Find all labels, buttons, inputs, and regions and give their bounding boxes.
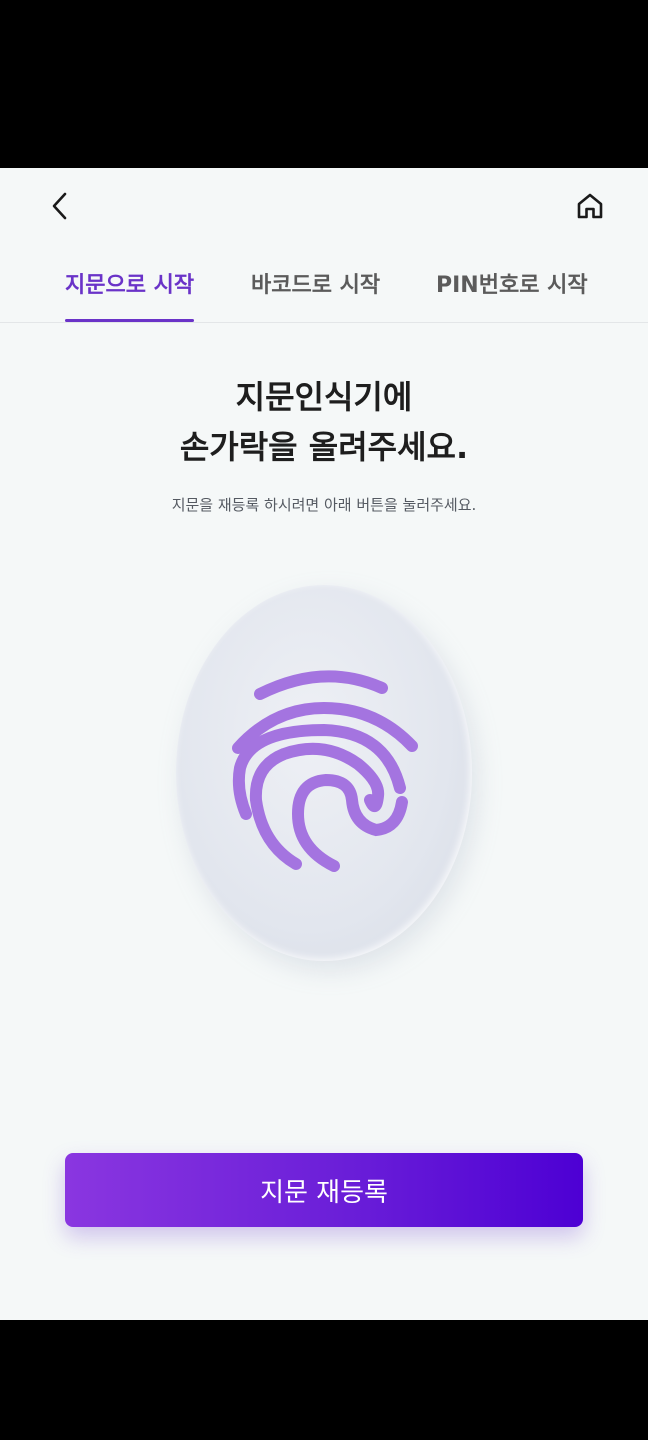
tab-pin[interactable]: PIN번호로 시작 (436, 260, 588, 322)
back-button[interactable] (36, 184, 84, 228)
tab-fingerprint[interactable]: 지문으로 시작 (65, 260, 195, 322)
login-method-tabs: 지문으로 시작 바코드로 시작 PIN번호로 시작 (0, 260, 648, 323)
page-title: 지문인식기에 손가락을 올려주세요. (0, 372, 648, 472)
home-button[interactable] (566, 184, 614, 228)
subtitle: 지문을 재등록 하시려면 아래 버튼을 눌러주세요. (171, 496, 477, 514)
navigation-bar-area (0, 1320, 648, 1440)
title-line-2: 손가락을 올려주세요. (179, 428, 469, 466)
fingerprint-login-screen: 지문으로 시작 바코드로 시작 PIN번호로 시작 지문인식기에 손가락을 올려… (0, 168, 648, 1320)
tab-barcode[interactable]: 바코드로 시작 (251, 260, 380, 322)
title-line-1: 지문인식기에 (235, 378, 413, 416)
status-bar-area (0, 0, 648, 168)
re-register-fingerprint-button[interactable]: 지문 재등록 (65, 1153, 583, 1227)
home-icon (577, 193, 603, 219)
header (0, 168, 648, 244)
fingerprint-icon (232, 670, 418, 872)
chevron-left-icon (52, 192, 67, 220)
